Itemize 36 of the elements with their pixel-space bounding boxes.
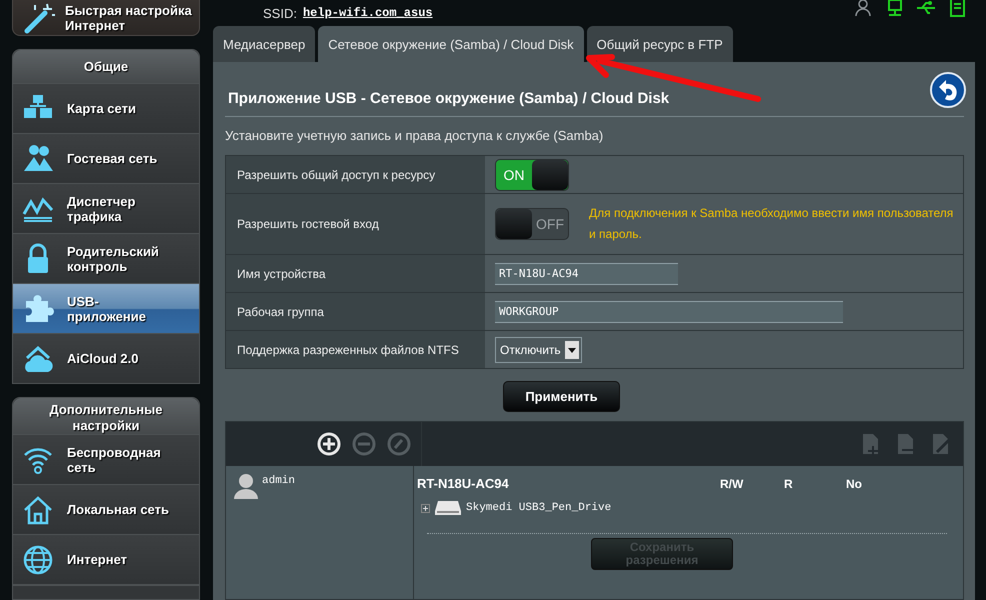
page-title: Приложение USB - Сетевое окружение (Samba) / Cloud Disk [227,88,670,106]
drive-icon [434,499,462,517]
setting-label: Поддержка разреженных файлов NTFS [226,331,485,368]
input-field[interactable]: WORKGROUP [495,300,843,322]
user-item[interactable]: admin [232,472,413,500]
back-icon[interactable] [930,72,966,108]
tab[interactable]: Сетевое окружение (Samba) / Cloud Disk [318,26,584,62]
tab[interactable]: Медиасервер [213,26,316,62]
permission-column-header: R [784,476,794,490]
ssid-label: SSID: [263,6,297,20]
dropdown[interactable]: Отключить [495,336,582,362]
setting-label: Рабочая группа [226,293,485,330]
tab[interactable]: Общий ресурс в FTP [586,26,733,62]
group-header: Дополнительные настройки [13,398,199,434]
panel-icon[interactable] [947,0,967,18]
group-header: Общие [13,50,199,83]
expand-icon[interactable] [421,504,430,512]
sidebar-item[interactable]: USB-приложение [13,283,199,333]
apply-button[interactable]: Применить [503,381,620,412]
hint-text: Для подключения к Samba необходимо ввести имя пользователя и пароль. [589,205,954,243]
person-icon [232,472,260,500]
ssid-link[interactable]: help-wifi.com_asus [302,6,433,20]
permission-column-header: No [846,476,863,490]
toggle-switch[interactable]: OFF [495,208,569,240]
monitor-icon[interactable] [885,0,905,18]
setting-label: Имя устройства [226,255,485,292]
add-icon[interactable] [317,432,341,456]
drive-name[interactable]: Skymedi USB3_Pen_Drive [466,502,612,514]
setting-label: Разрешить общий доступ к ресурсу [226,156,485,193]
setting-label: Разрешить гостевой вход [226,194,485,254]
caret-icon [564,340,579,358]
input-field[interactable]: RT-N18U-AC94 [495,262,678,284]
quick-setup-item[interactable]: Быстрая настройка Интернет [12,0,200,36]
device-name: RT-N18U-AC94 [417,476,510,491]
description: Установите учетную запись и права доступа к службе (Samba) [225,127,604,145]
permission-column-header: R/W [720,476,744,490]
